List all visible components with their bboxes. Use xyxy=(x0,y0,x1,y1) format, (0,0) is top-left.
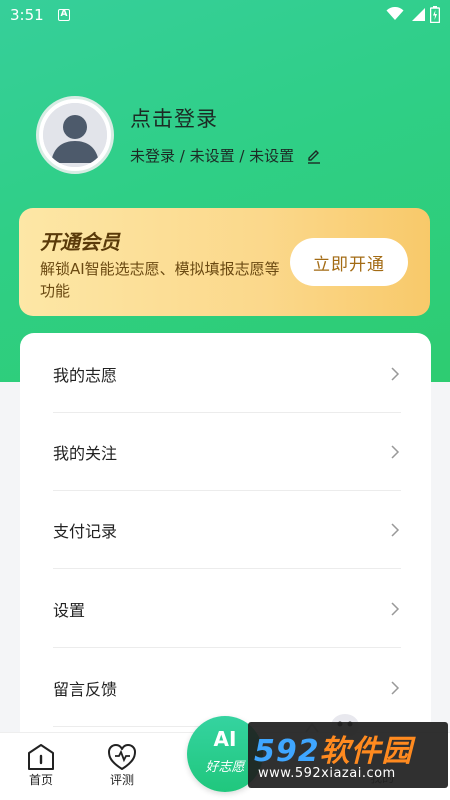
menu-item-label: 我的志愿 xyxy=(53,365,118,385)
menu-item-label: 设置 xyxy=(53,600,86,620)
user-meta-row: 未登录 / 未设置 / 未设置 xyxy=(130,145,322,166)
default-user-icon xyxy=(43,103,107,167)
vip-description: 解锁AI智能选志愿、模拟填报志愿等功能 xyxy=(40,260,280,300)
menu-item-settings[interactable]: 设置 xyxy=(53,570,401,648)
watermark-brand-number: 592 xyxy=(254,734,320,769)
login-prompt[interactable]: 点击登录 xyxy=(130,103,218,133)
notification-a-icon: A xyxy=(58,9,70,21)
watermark-brand: 592软件园 xyxy=(254,726,413,770)
menu-item-my-wishes[interactable]: 我的志愿 xyxy=(53,335,401,413)
menu-item-label: 留言反馈 xyxy=(53,679,118,699)
vip-title: 开通会员 xyxy=(40,230,120,254)
profile-header-background xyxy=(0,0,450,382)
menu-item-label: 支付记录 xyxy=(53,521,118,541)
user-meta-text: 未登录 / 未设置 / 未设置 xyxy=(130,147,295,165)
site-watermark: 592软件园 www.592xiazai.com xyxy=(248,722,448,788)
signal-icon xyxy=(412,8,425,21)
status-bar: 3:51 A xyxy=(0,0,450,30)
nav-home[interactable]: 首页 xyxy=(11,743,71,788)
status-time: 3:51 xyxy=(10,6,44,24)
nav-home-label: 首页 xyxy=(28,773,53,787)
watermark-brand-text: 软件园 xyxy=(319,734,413,769)
menu-item-payment-records[interactable]: 支付记录 xyxy=(53,491,401,569)
nav-review[interactable]: 评测 xyxy=(92,743,152,788)
chevron-right-icon xyxy=(391,601,400,616)
chevron-right-icon xyxy=(391,444,400,459)
battery-icon xyxy=(430,6,440,23)
activate-vip-button[interactable]: 立即开通 xyxy=(290,238,408,286)
chevron-right-icon xyxy=(391,522,400,537)
avatar[interactable] xyxy=(36,96,114,174)
nav-review-label: 评测 xyxy=(109,773,134,787)
review-chart-icon xyxy=(108,744,136,770)
home-icon xyxy=(28,744,54,770)
menu-item-my-follows[interactable]: 我的关注 xyxy=(53,413,401,491)
chevron-right-icon xyxy=(391,366,400,381)
menu-item-label: 我的关注 xyxy=(53,443,118,463)
vip-membership-card[interactable]: 开通会员 解锁AI智能选志愿、模拟填报志愿等功能 立即开通 xyxy=(19,208,430,316)
wifi-icon xyxy=(386,7,404,20)
chevron-right-icon xyxy=(391,680,400,695)
watermark-url: www.592xiazai.com xyxy=(258,766,396,781)
menu-list: 我的志愿 我的关注 支付记录 设置 留言反馈 xyxy=(20,333,431,753)
edit-icon[interactable] xyxy=(306,148,322,164)
